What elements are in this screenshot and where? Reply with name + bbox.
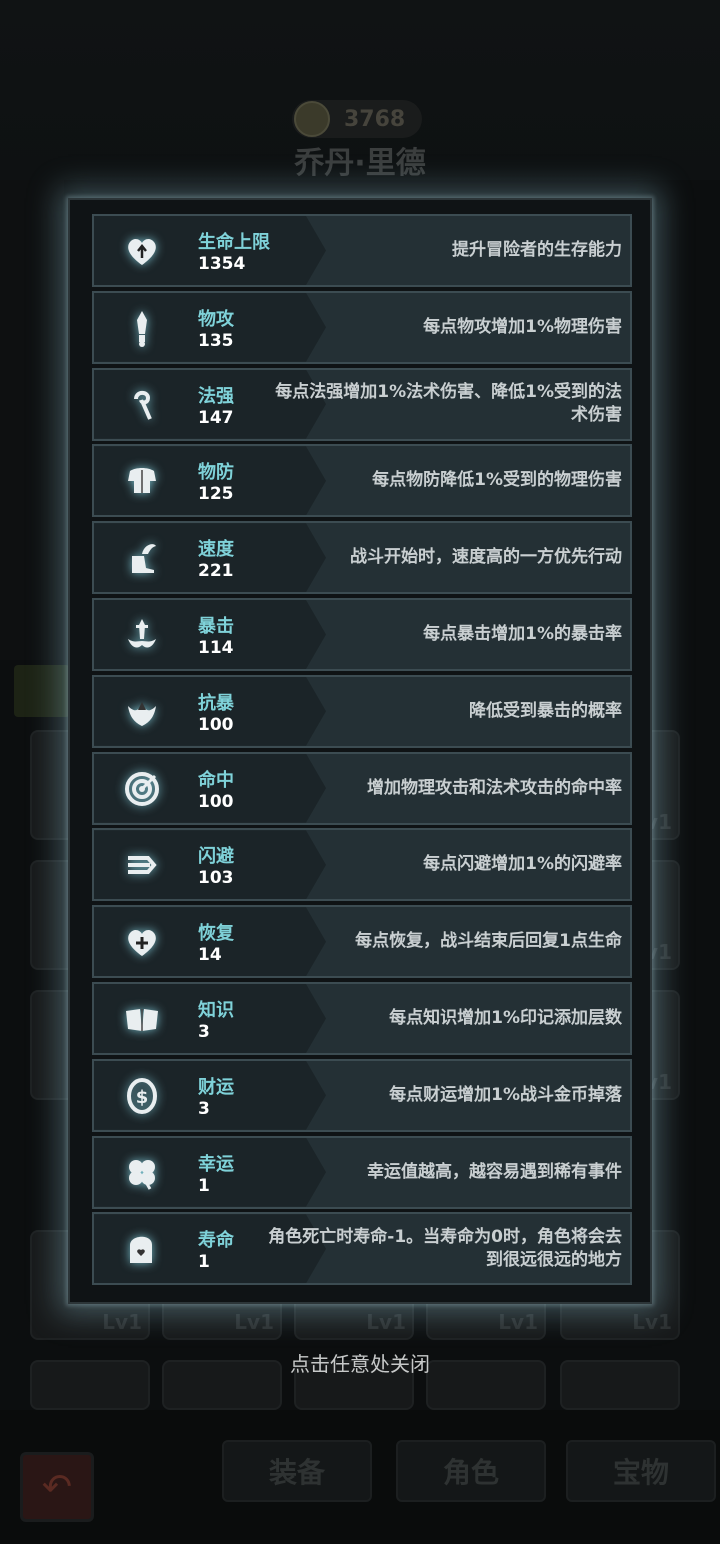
stat-description: 每点财运增加1%战斗金币掉落 bbox=[389, 1084, 622, 1105]
clover-icon bbox=[122, 1153, 162, 1193]
stat-name: 速度 bbox=[198, 539, 234, 561]
stat-value: 100 bbox=[198, 714, 234, 735]
slot-level: Lv1 bbox=[102, 1310, 142, 1334]
stat-value: 14 bbox=[198, 945, 222, 966]
tab-character[interactable]: 角色 bbox=[396, 1440, 546, 1502]
stat-description: 战斗开始时，速度高的一方优先行动 bbox=[350, 547, 622, 568]
stat-description: 提升冒险者的生存能力 bbox=[452, 240, 622, 260]
dodge-arrows-icon bbox=[122, 845, 162, 885]
crit-resist-icon bbox=[122, 692, 162, 732]
power-value: 3768 bbox=[344, 106, 406, 132]
tombstone-icon bbox=[122, 1229, 162, 1269]
stat-description: 每点物攻增加1%物理伤害 bbox=[423, 316, 622, 337]
winged-boot-icon bbox=[122, 538, 162, 578]
stat-name: 寿命 bbox=[198, 1230, 234, 1252]
heart-plus-icon bbox=[122, 922, 162, 962]
stat-row: 恢复 14 每点恢复，战斗结束后回复1点生命 bbox=[92, 905, 632, 979]
stat-row: 知识 3 每点知识增加1%印记添加层数 bbox=[92, 982, 632, 1055]
heart-arrow-icon bbox=[122, 231, 162, 271]
slot-level: Lv1 bbox=[366, 1310, 406, 1334]
book-icon bbox=[122, 999, 162, 1039]
stat-name: 法强 bbox=[198, 385, 234, 407]
stat-row: 物攻 135 每点物攻增加1%物理伤害 bbox=[92, 290, 632, 364]
stat-value: 135 bbox=[198, 330, 234, 351]
background-side-panel bbox=[0, 180, 64, 660]
tab-equipment[interactable]: 装备 bbox=[222, 1440, 372, 1502]
stat-description: 每点暴击增加1%的暴击率 bbox=[423, 624, 622, 644]
stat-value: 1354 bbox=[198, 254, 246, 274]
stat-row: 幸运 1 幸运值越高，越容易遇到稀有事件 bbox=[92, 1135, 632, 1209]
svg-text:$: $ bbox=[136, 1087, 149, 1108]
stat-row: 闪避 103 每点闪避增加1%的闪避率 bbox=[92, 828, 632, 902]
stat-name: 恢复 bbox=[198, 923, 234, 945]
stat-row: 寿命 1 角色死亡时寿命-1。当寿命为0时，角色将会去到很远很远的地方 bbox=[92, 1212, 632, 1286]
stat-name: 物攻 bbox=[198, 308, 234, 330]
stat-value: 3 bbox=[198, 1098, 210, 1119]
stat-value: 3 bbox=[198, 1022, 210, 1042]
stat-row: 暴击 114 每点暴击增加1%的暴击率 bbox=[92, 598, 632, 671]
stat-row: 物防 125 每点物防降低1%受到的物理伤害 bbox=[92, 444, 632, 518]
stat-name: 财运 bbox=[198, 1076, 234, 1098]
stat-value: 1 bbox=[198, 1175, 210, 1196]
tab-treasure[interactable]: 宝物 bbox=[566, 1440, 716, 1502]
target-icon bbox=[122, 769, 162, 809]
slot-level: Lv1 bbox=[632, 1310, 672, 1334]
stat-description: 幸运值越高，越容易遇到稀有事件 bbox=[367, 1161, 622, 1182]
slot-level: Lv1 bbox=[234, 1310, 274, 1334]
stat-value: 221 bbox=[198, 561, 234, 582]
stat-name: 生命上限 bbox=[198, 232, 270, 253]
stat-value: 100 bbox=[198, 791, 234, 812]
hero-name: 乔丹·里德 bbox=[294, 146, 426, 181]
stat-value: 114 bbox=[198, 638, 234, 658]
stats-modal: 生命上限 1354 提升冒险者的生存能力 物攻 135 每点物攻增加1%物理伤害… bbox=[68, 198, 652, 1304]
stat-name: 闪避 bbox=[198, 846, 234, 868]
power-icon bbox=[294, 101, 330, 137]
stat-description: 增加物理攻击和法术攻击的命中率 bbox=[367, 777, 622, 798]
stat-description: 每点法强增加1%法术伤害、降低1%受到的法术伤害 bbox=[275, 382, 622, 426]
stat-row: 速度 221 战斗开始时，速度高的一方优先行动 bbox=[92, 521, 632, 595]
stat-name: 暴击 bbox=[198, 616, 234, 637]
stat-description: 每点知识增加1%印记添加层数 bbox=[389, 1008, 622, 1028]
close-hint[interactable]: 点击任意处关闭 bbox=[0, 1348, 720, 1377]
back-arrow-icon: ↶ bbox=[41, 1466, 73, 1508]
staff-icon bbox=[122, 385, 162, 425]
coin-icon: $ bbox=[122, 1076, 162, 1116]
stat-description: 每点恢复，战斗结束后回复1点生命 bbox=[355, 931, 622, 952]
stat-value: 103 bbox=[198, 868, 234, 889]
stat-value: 147 bbox=[198, 407, 234, 428]
stat-name: 命中 bbox=[198, 769, 234, 791]
stat-description: 每点物防降低1%受到的物理伤害 bbox=[372, 470, 622, 491]
armor-icon bbox=[122, 461, 162, 501]
stat-value: 125 bbox=[198, 484, 234, 505]
slot-level: Lv1 bbox=[498, 1310, 538, 1334]
stat-row: 抗暴 100 降低受到暴击的概率 bbox=[92, 674, 632, 748]
stat-row: 法强 147 每点法强增加1%法术伤害、降低1%受到的法术伤害 bbox=[92, 367, 632, 441]
stat-value: 1 bbox=[198, 1252, 210, 1273]
back-button[interactable]: ↶ bbox=[20, 1452, 94, 1522]
stat-row: 命中 100 增加物理攻击和法术攻击的命中率 bbox=[92, 751, 632, 825]
stat-row: 生命上限 1354 提升冒险者的生存能力 bbox=[92, 214, 632, 287]
stat-name: 幸运 bbox=[198, 1153, 234, 1175]
stat-description: 角色死亡时寿命-1。当寿命为0时，角色将会去到很远很远的地方 bbox=[268, 1226, 622, 1270]
sword-icon bbox=[122, 308, 162, 348]
power-badge: 3768 bbox=[292, 100, 422, 138]
stat-name: 物防 bbox=[198, 462, 234, 484]
stat-name: 抗暴 bbox=[198, 692, 234, 714]
background-green-tab bbox=[14, 665, 70, 717]
stat-description: 每点闪避增加1%的闪避率 bbox=[423, 854, 622, 875]
stat-name: 知识 bbox=[198, 1000, 234, 1021]
crit-sword-icon bbox=[122, 615, 162, 655]
stat-row: $ 财运 3 每点财运增加1%战斗金币掉落 bbox=[92, 1058, 632, 1132]
stat-description: 降低受到暴击的概率 bbox=[469, 700, 622, 721]
